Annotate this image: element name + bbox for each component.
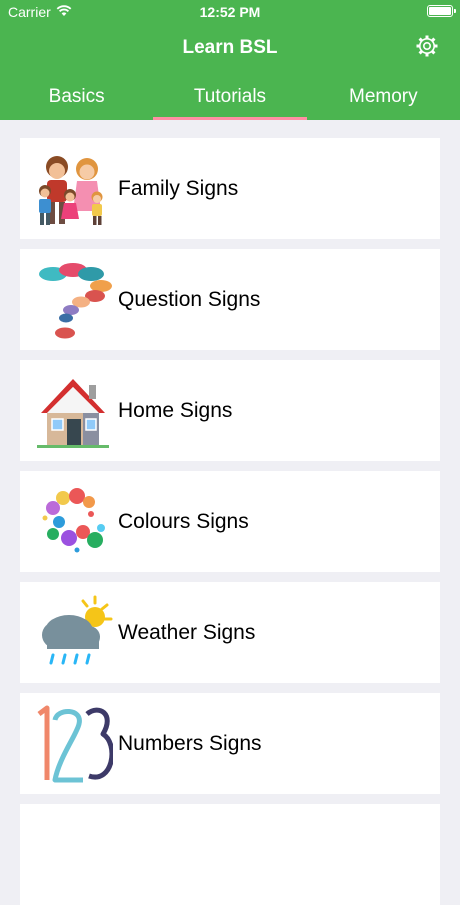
gear-icon[interactable] (415, 34, 439, 58)
list-item-home[interactable]: Home Signs (20, 360, 440, 461)
list-item-label: Weather Signs (118, 620, 256, 644)
list-item-label: Colours Signs (118, 509, 249, 533)
list-item-label: Home Signs (118, 398, 233, 422)
house-icon (37, 378, 109, 448)
family-icon (39, 155, 103, 225)
list-item-numbers[interactable]: Numbers Signs (20, 693, 440, 794)
question-mark-icon (39, 262, 112, 338)
list-item-next[interactable] (20, 804, 440, 905)
app-header: Carrier 12:52 PM Learn BSL Basics Tutori… (0, 0, 460, 120)
list-item-label: Question Signs (118, 287, 261, 311)
list-item-family[interactable]: Family Signs (20, 138, 440, 239)
list-item-question[interactable]: Question Signs (20, 249, 440, 350)
tab-tutorials[interactable]: Tutorials (153, 78, 307, 120)
paint-splash-icon (42, 487, 105, 552)
list-item-weather[interactable]: Weather Signs (20, 582, 440, 683)
list-item-label: Family Signs (118, 176, 239, 200)
tab-memory[interactable]: Memory (307, 78, 460, 120)
status-bar: Carrier 12:52 PM (0, 0, 460, 24)
numbers-icon (37, 705, 113, 782)
list-item-colours[interactable]: Colours Signs (20, 471, 440, 572)
list-item-label: Numbers Signs (118, 731, 262, 755)
tab-bar: Basics Tutorials Memory (0, 78, 460, 120)
weather-icon (42, 595, 113, 664)
status-time: 12:52 PM (199, 4, 261, 20)
page-title: Learn BSL (182, 37, 278, 58)
battery-icon (427, 5, 456, 17)
tab-basics[interactable]: Basics (0, 78, 153, 120)
